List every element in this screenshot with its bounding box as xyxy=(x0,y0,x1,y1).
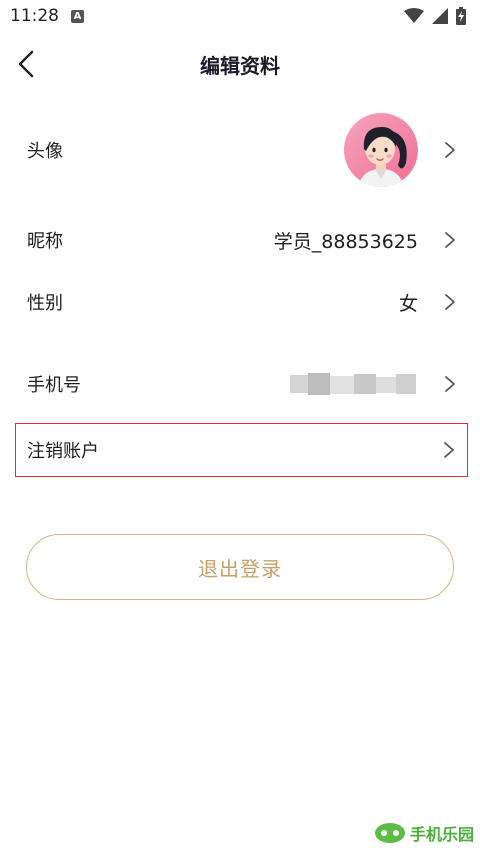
avatar xyxy=(344,113,418,187)
avatar-label: 头像 xyxy=(27,141,63,162)
battery-icon xyxy=(456,7,466,25)
avatar-illustration xyxy=(344,113,418,187)
phone-value-redacted xyxy=(288,371,418,397)
chevron-right-icon xyxy=(444,293,456,311)
logout-button[interactable]: 退出登录 xyxy=(26,534,454,600)
chevron-right-icon xyxy=(443,441,455,459)
status-left: 11:28 A xyxy=(10,6,84,26)
page-title: 编辑资料 xyxy=(200,54,280,78)
nickname-label: 昵称 xyxy=(27,231,63,252)
cancel-account-label: 注销账户 xyxy=(27,441,99,462)
status-bar: 11:28 A xyxy=(0,0,480,32)
wifi-icon xyxy=(404,8,424,23)
phone-row[interactable]: 手机号 xyxy=(0,362,480,406)
gender-row[interactable]: 性别 女 xyxy=(0,280,480,324)
watermark-logo-icon xyxy=(374,823,405,843)
avatar-row[interactable]: 头像 xyxy=(0,112,480,188)
cancel-account-row[interactable]: 注销账户 xyxy=(15,423,468,477)
nickname-value: 学员_88853625 xyxy=(273,230,418,253)
watermark-text: 手机乐园 xyxy=(409,825,474,844)
status-right xyxy=(404,7,466,25)
gender-label: 性别 xyxy=(27,293,63,314)
chevron-right-icon xyxy=(444,141,456,159)
notification-icon: A xyxy=(71,9,84,23)
nickname-row[interactable]: 昵称 学员_88853625 xyxy=(0,218,480,262)
chevron-right-icon xyxy=(444,375,456,393)
app-header: 编辑资料 xyxy=(0,36,480,92)
watermark: 手机乐园 xyxy=(374,821,474,845)
signal-icon xyxy=(432,8,448,24)
chevron-right-icon xyxy=(444,231,456,249)
phone-label: 手机号 xyxy=(27,375,81,396)
gender-value: 女 xyxy=(398,292,418,315)
status-time: 11:28 xyxy=(10,6,59,26)
